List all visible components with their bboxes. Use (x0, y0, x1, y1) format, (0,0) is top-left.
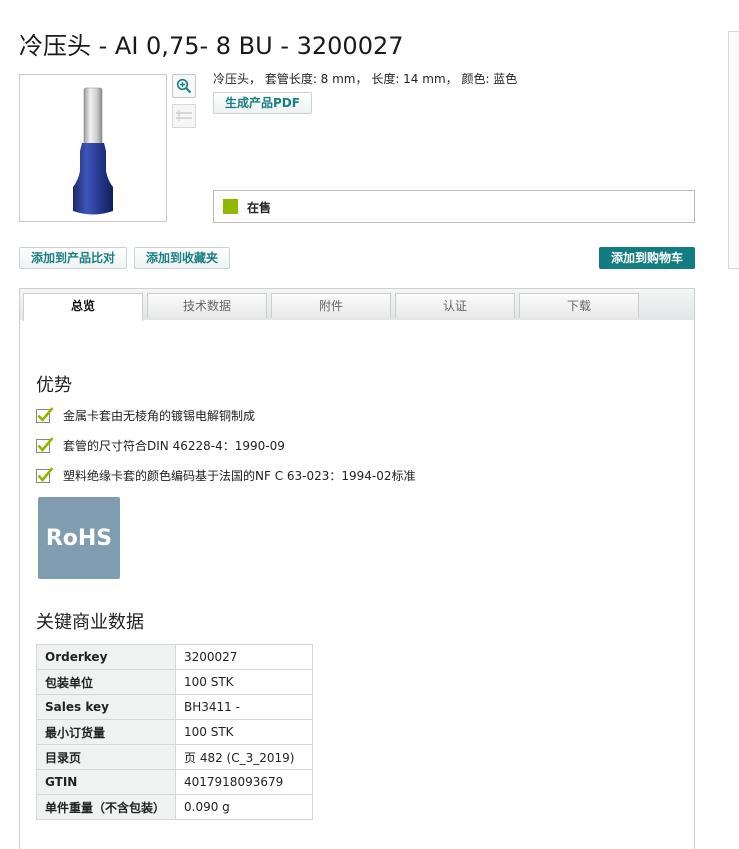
ferrule-image (73, 87, 113, 215)
advantage-text: 塑料绝缘卡套的颜色编码基于法国的NF C 63-023：1994-02标准 (63, 469, 416, 483)
table-row: 最小订货量 100 STK (36, 719, 313, 745)
tab-approvals[interactable]: 认证 (395, 293, 515, 318)
table-value: 100 STK (175, 669, 313, 695)
detail-panel: 总览 技术数据 附件 认证 下载 优势 金属卡套由无棱角的镀锡电解铜制成 套管的… (19, 288, 695, 849)
drawing-icon (176, 110, 192, 121)
advantage-item: 塑料绝缘卡套的颜色编码基于法国的NF C 63-023：1994-02标准 (36, 466, 416, 486)
table-row: GTIN 4017918093679 (36, 769, 313, 795)
table-value: 100 STK (175, 719, 313, 745)
advantage-text: 金属卡套由无棱角的镀锡电解铜制成 (63, 409, 256, 423)
add-to-compare-button[interactable]: 添加到产品比对 (19, 247, 128, 269)
product-description: 冷压头， 套管长度: 8 mm， 长度: 14 mm， 颜色: 蓝色 (213, 72, 518, 86)
table-row: 目录页 页 482 (C_3_2019) (36, 744, 313, 770)
table-key: 最小订货量 (36, 719, 176, 745)
rohs-badge: RoHS (38, 497, 120, 579)
tab-downloads[interactable]: 下载 (519, 293, 639, 318)
generate-pdf-button[interactable]: 生成产品PDF (213, 92, 312, 114)
table-value: 0.090 g (175, 794, 313, 820)
table-value: 4017918093679 (175, 769, 313, 795)
table-row: Orderkey 3200027 (36, 644, 313, 670)
drawing-thumbnail[interactable] (172, 104, 196, 128)
table-key: GTIN (36, 769, 176, 795)
table-key: 目录页 (36, 744, 176, 770)
add-to-cart-button[interactable]: 添加到购物车 (599, 247, 696, 269)
checkmark-icon (36, 406, 54, 423)
table-key: 单件重量（不含包装） (36, 794, 176, 820)
tab-bar: 总览 技术数据 附件 认证 下载 (20, 289, 694, 321)
tab-technical-data[interactable]: 技术数据 (147, 293, 267, 318)
status-label: 在售 (247, 201, 272, 215)
table-key: Sales key (36, 694, 176, 720)
advantage-item: 套管的尺寸符合DIN 46228-4：1990-09 (36, 436, 285, 456)
advantages-heading: 优势 (36, 375, 72, 396)
table-row: Sales key BH3411 - (36, 694, 313, 720)
page-title: 冷压头 - AI 0,75- 8 BU - 3200027 (19, 32, 404, 60)
product-image[interactable] (19, 74, 167, 222)
table-row: 包装单位 100 STK (36, 669, 313, 695)
side-panel-edge (728, 31, 739, 269)
advantage-text: 套管的尺寸符合DIN 46228-4：1990-09 (63, 439, 285, 453)
table-value: 3200027 (175, 644, 313, 670)
table-row: 单件重量（不含包装） 0.090 g (36, 794, 313, 820)
table-value: 页 482 (C_3_2019) (175, 744, 313, 770)
table-key: 包装单位 (36, 669, 176, 695)
add-to-favorites-button[interactable]: 添加到收藏夹 (134, 247, 231, 269)
commercial-data-heading: 关键商业数据 (36, 612, 144, 633)
checkmark-icon (36, 466, 54, 483)
tab-accessories[interactable]: 附件 (271, 293, 391, 318)
status-indicator (223, 199, 238, 214)
checkmark-icon (36, 436, 54, 453)
zoom-button[interactable] (172, 74, 196, 98)
availability-box: 在售 (213, 190, 695, 223)
tab-overview[interactable]: 总览 (23, 293, 143, 321)
commercial-data-table: Orderkey 3200027 包装单位 100 STK Sales key … (36, 644, 313, 820)
table-key: Orderkey (36, 644, 176, 670)
table-value: BH3411 - (175, 694, 313, 720)
zoom-in-icon (176, 78, 192, 94)
advantage-item: 金属卡套由无棱角的镀锡电解铜制成 (36, 406, 256, 426)
